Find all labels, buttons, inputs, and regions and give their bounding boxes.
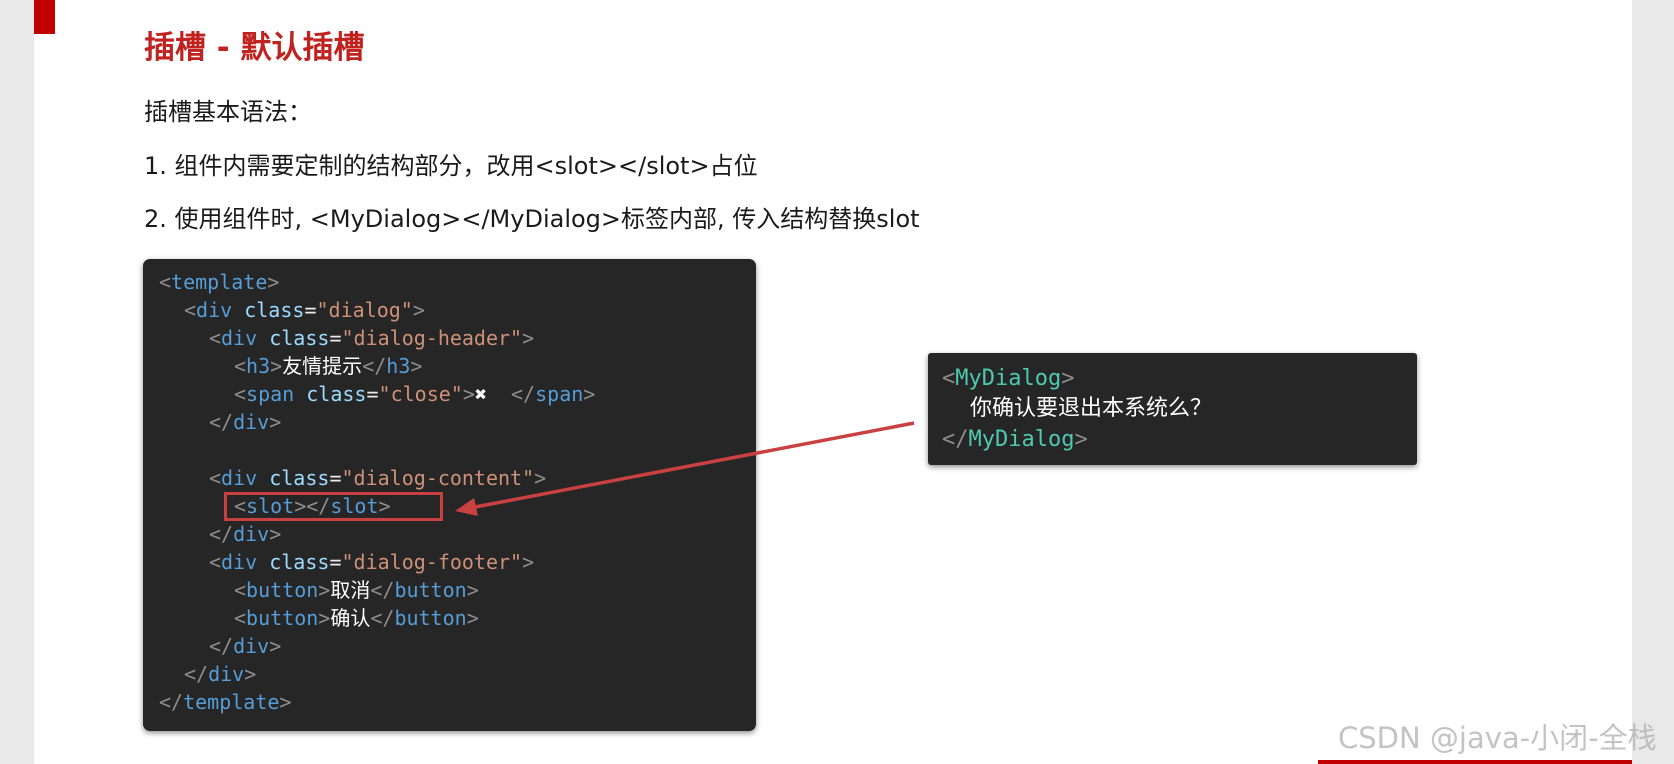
arrow-head-icon xyxy=(455,498,478,516)
watermark: CSDN @java-小闭-全栈 xyxy=(1338,721,1657,755)
arrow-line xyxy=(469,421,915,510)
arrow-connector xyxy=(455,421,915,516)
